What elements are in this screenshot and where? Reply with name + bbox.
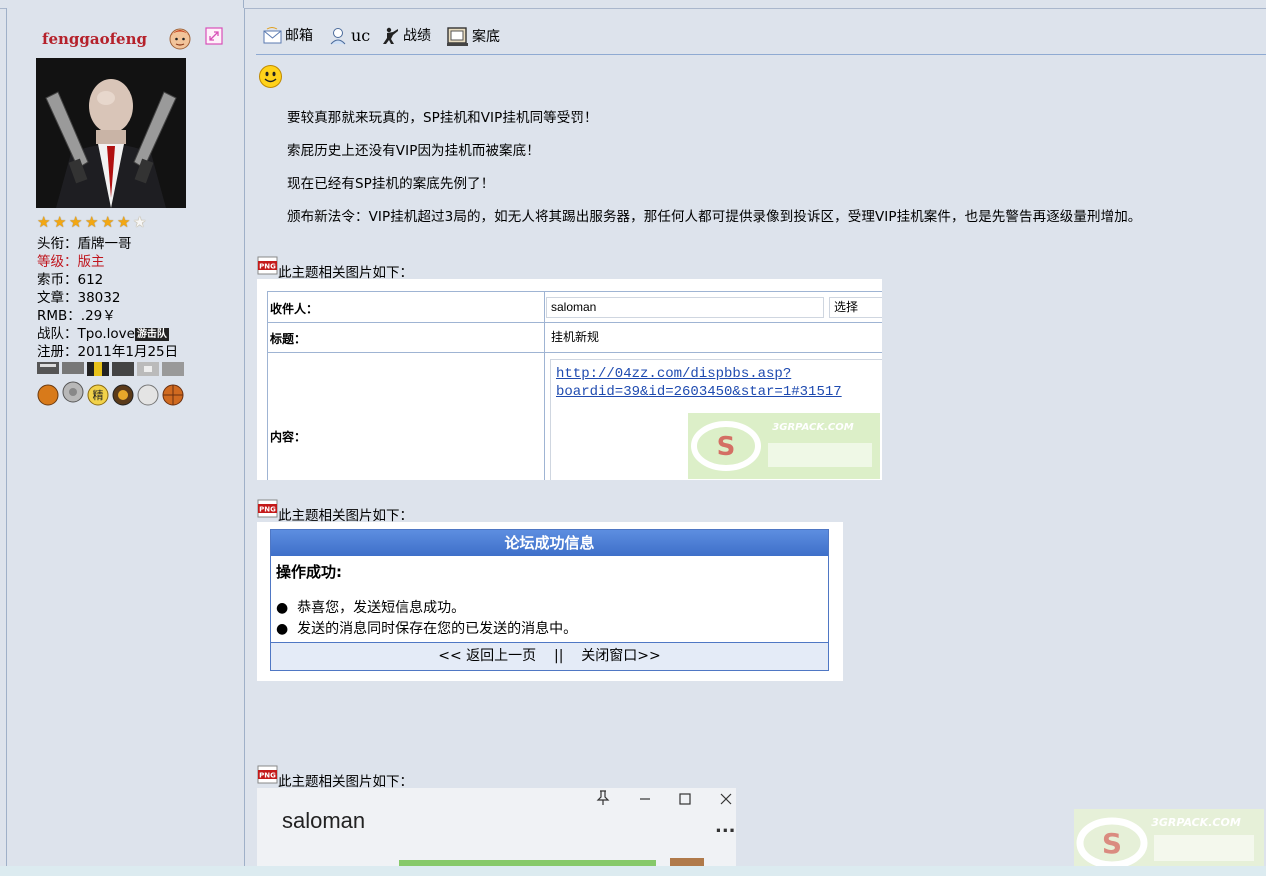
user-coins: 索币：612 [37,272,104,288]
medal-icon [112,362,134,406]
png-file-icon: PNG [257,765,278,784]
page-watermark-logo: S 3GRPACK.COM [1074,809,1264,873]
form-row-border [267,322,882,323]
svg-text:S: S [717,432,736,462]
attached-image-success-dialog[interactable]: 论坛成功信息 操作成功: ● 恭喜您，发送短信息成功。 ● 发送的消息同时保存在… [257,522,843,681]
toolbar-divider [256,54,1266,55]
medal-icon: 精 [87,362,109,406]
chat-contact-name: saloman [282,808,366,833]
star-filled-icon: ★ [101,213,115,231]
form-top-border [267,291,882,292]
svg-text:PNG: PNG [259,772,276,780]
post-paragraph: 现在已经有SP挂机的案底先例了！ [287,176,495,192]
dialog-nav-bar: << 返回上一页 || 关闭窗口>> [271,642,828,670]
post-paragraph: 颁布新法令：VIP挂机超过3局的，如无人将其踢出服务器，那任何人都可提供录像到投… [287,209,1142,225]
user-team: 战队：Tpo.love 游击队 [37,326,169,342]
image-caption: 此主题相关图片如下： [278,265,413,281]
png-file-icon: PNG [257,499,278,518]
star-filled-icon: ★ [69,213,83,231]
more-options-icon: ... [715,816,736,837]
mail-icon [263,27,282,44]
user-avatar [36,58,186,208]
subject-field: 挂机新规 [546,327,882,348]
content-link: http://04zz.com/dispbbs.asp? boardid=39&… [556,366,842,400]
success-dialog-box: 论坛成功信息 操作成功: ● 恭喜您，发送短信息成功。 ● 发送的消息同时保存在… [270,529,829,671]
svg-text:S: S [1102,827,1122,860]
close-icon [720,793,732,805]
svg-text:PNG: PNG [259,263,276,271]
user-register-date: 注册：2011年1月25日 [37,344,179,360]
nav-separator: || [554,648,564,664]
select-button: 选择 [829,297,882,318]
top-divider [243,0,244,8]
form-row-border [267,352,882,353]
medal-icon [162,362,184,406]
medal-icon [37,362,59,406]
success-list: ● 恭喜您，发送短信息成功。 ● 发送的消息同时保存在您的已发送的消息中。 [276,598,577,640]
record-link[interactable]: 战绩 [381,27,431,45]
png-file-icon: PNG [257,256,278,275]
recipient-label: 收件人： [270,302,319,316]
user-rating-stars: ★ ★ ★ ★ ★ ★ ★ [37,214,148,232]
success-list-item: ● 恭喜您，发送短信息成功。 [276,600,466,616]
star-filled-icon: ★ [37,213,51,231]
recipient-field: saloman [546,297,824,318]
close-window-link: 关闭窗口>> [581,648,661,664]
user-medals: 精 [37,362,184,406]
post-paragraph: 索屁历史上还没有VIP因为挂机而被案底！ [287,143,540,159]
user-rmb: RMB：.29￥ [37,308,116,324]
svg-text:PNG: PNG [259,506,276,514]
site-watermark-logo: S 3GRPACK.COM [688,413,880,479]
star-filled-icon: ★ [53,213,67,231]
subject-label: 标题： [270,332,307,346]
medal-icon [137,362,159,406]
medal-icon [62,362,84,403]
svg-text:3GRPACK.COM: 3GRPACK.COM [772,422,853,433]
case-file-icon [447,27,468,46]
user-title: 头衔：盾牌一哥 [37,236,132,252]
attached-image-chat-window[interactable]: saloman ... [257,788,736,876]
user-face-icon[interactable] [167,25,193,51]
bottom-strip [0,866,1266,876]
form-left-border [267,291,268,480]
smiley-icon [259,65,282,88]
svg-text:3GRPACK.COM: 3GRPACK.COM [1151,816,1241,829]
image-caption: 此主题相关图片如下： [278,508,413,524]
expand-profile-icon[interactable] [205,27,223,45]
success-heading: 操作成功: [276,563,342,581]
back-link: << 返回上一页 [438,648,537,664]
success-dialog-title: 论坛成功信息 [271,530,828,556]
minimize-icon [640,798,650,800]
star-empty-icon: ★ [133,213,147,231]
uc-link[interactable]: uc [329,27,370,45]
attached-image-message-form[interactable]: 收件人： saloman 选择 标题： 挂机新规 内容： http://04zz… [257,279,882,480]
uc-icon [330,28,346,45]
maximize-icon [679,793,691,805]
star-filled-icon: ★ [85,213,99,231]
mail-link[interactable]: 邮箱 [263,27,313,45]
soldier-icon [383,27,398,44]
form-column-divider [544,292,545,480]
pin-icon [596,790,610,805]
content-label: 内容： [270,430,307,444]
username-link[interactable]: fenggaofeng [42,30,147,48]
post-paragraph: 要较真那就来玩真的，SP挂机和VIP挂机同等受罚！ [287,110,598,126]
user-posts: 文章：38032 [37,290,121,306]
success-list-item: ● 发送的消息同时保存在您的已发送的消息中。 [276,621,578,637]
star-filled-icon: ★ [117,213,131,231]
user-level: 等级：版主 [37,254,105,270]
team-badge: 游击队 [134,328,169,341]
svg-text:精: 精 [93,389,104,402]
case-link[interactable]: 案底 [446,27,500,47]
image-caption: 此主题相关图片如下： [278,774,413,790]
